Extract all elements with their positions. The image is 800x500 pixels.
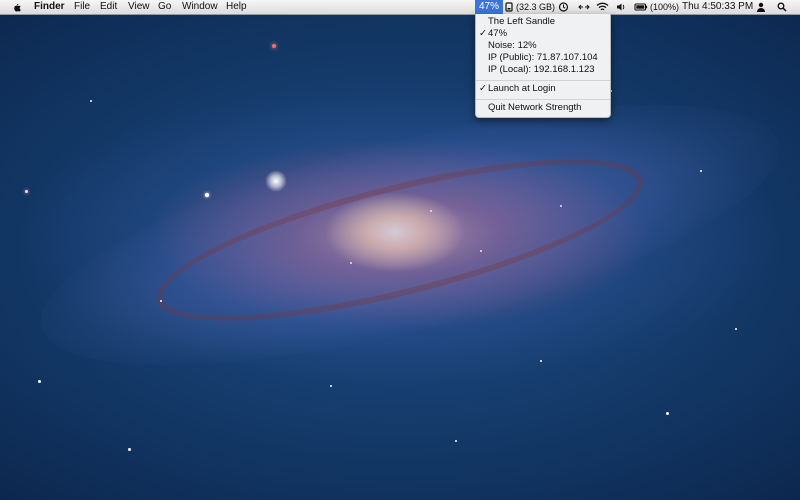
- menu-bar: Finder File Edit View Go Window Help 47%…: [0, 0, 800, 15]
- spotlight-icon[interactable]: [777, 2, 787, 12]
- network-strength-status-item[interactable]: 47%: [475, 0, 504, 14]
- noise-label: Noise: 12%: [488, 40, 537, 51]
- star: [735, 328, 737, 330]
- volume-icon[interactable]: [616, 2, 627, 12]
- star: [160, 300, 162, 302]
- battery-percent-label[interactable]: (100%): [650, 0, 679, 14]
- ip-local-label: IP (Local): 192.168.1.123: [488, 64, 595, 75]
- star: [38, 380, 41, 383]
- menu-item-quit[interactable]: Quit Network Strength: [476, 102, 610, 114]
- star: [480, 250, 482, 252]
- menu-go[interactable]: Go: [158, 0, 171, 14]
- menu-file[interactable]: File: [74, 0, 90, 14]
- menu-item-launch-at-login[interactable]: ✓ Launch at Login: [476, 83, 610, 95]
- star: [700, 170, 702, 172]
- disk-icon[interactable]: [504, 2, 514, 12]
- quit-label: Quit Network Strength: [488, 102, 582, 113]
- star: [666, 412, 669, 415]
- ip-public-label: IP (Public): 71.87.107.104: [488, 52, 598, 63]
- network-arrows-icon[interactable]: [578, 2, 590, 12]
- star: [272, 44, 276, 48]
- menu-edit[interactable]: Edit: [100, 0, 117, 14]
- menu-item-signal: ✓ 47%: [476, 28, 610, 40]
- star: [455, 440, 457, 442]
- star: [350, 262, 352, 264]
- clock[interactable]: Thu 4:50:33 PM: [682, 0, 753, 14]
- menu-window[interactable]: Window: [182, 0, 218, 14]
- wifi-icon[interactable]: [596, 2, 609, 12]
- star: [128, 448, 131, 451]
- menu-separator: [476, 80, 610, 81]
- check-mark-icon: ✓: [479, 83, 487, 94]
- star: [205, 193, 209, 197]
- menu-view[interactable]: View: [128, 0, 150, 14]
- star: [25, 190, 28, 193]
- time-machine-icon[interactable]: [558, 2, 569, 12]
- menu-finder[interactable]: Finder: [34, 0, 65, 14]
- star: [265, 170, 287, 192]
- star: [430, 210, 432, 212]
- user-icon[interactable]: [756, 2, 766, 12]
- apple-icon[interactable]: [12, 2, 22, 12]
- star: [540, 360, 542, 362]
- launch-at-login-label: Launch at Login: [488, 83, 556, 94]
- menu-item-ip-public: IP (Public): 71.87.107.104: [476, 52, 610, 64]
- menu-item-network-name: The Left Sandle: [476, 16, 610, 28]
- storage-label[interactable]: (32.3 GB): [516, 0, 555, 14]
- star: [90, 100, 92, 102]
- star: [560, 205, 562, 207]
- menu-help[interactable]: Help: [226, 0, 247, 14]
- battery-icon[interactable]: [634, 2, 648, 12]
- network-name-label: The Left Sandle: [488, 16, 556, 27]
- menu-separator: [476, 99, 610, 100]
- network-strength-dropdown: The Left Sandle ✓ 47% Noise: 12% IP (Pub…: [475, 14, 611, 118]
- star: [330, 385, 332, 387]
- check-mark-icon: ✓: [479, 28, 487, 39]
- menu-item-ip-local: IP (Local): 192.168.1.123: [476, 64, 610, 76]
- signal-label: 47%: [488, 28, 508, 39]
- desktop-wallpaper: [0, 0, 800, 500]
- menu-item-noise: Noise: 12%: [476, 40, 610, 52]
